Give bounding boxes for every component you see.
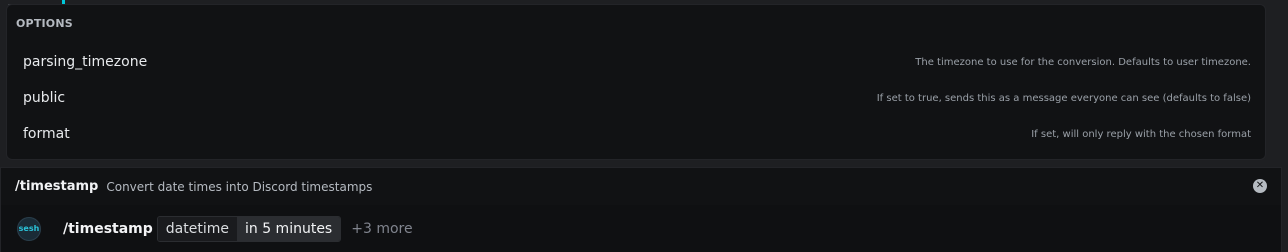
option-name: public — [23, 90, 66, 106]
param-value[interactable]: in 5 minutes — [236, 216, 341, 241]
options-panel: OPTIONS parsing_timezone The timezone to… — [6, 4, 1266, 160]
param-key: datetime — [157, 216, 237, 241]
bot-avatar: sesh — [17, 216, 41, 241]
option-name: parsing_timezone — [23, 54, 148, 70]
option-parsing-timezone[interactable]: parsing_timezone The timezone to use for… — [15, 46, 1259, 78]
command-description: Convert date times into Discord timestam… — [106, 179, 373, 194]
option-format[interactable]: format If set, will only reply with the … — [15, 118, 1259, 150]
option-description: If set, will only reply with the chosen … — [1031, 128, 1251, 140]
option-description: If set to true, sends this as a message … — [876, 92, 1251, 104]
command-name: /timestamp — [15, 179, 99, 194]
option-name: format — [23, 126, 70, 142]
option-public[interactable]: public If set to true, sends this as a m… — [15, 82, 1259, 114]
param-datetime-pill[interactable]: datetime in 5 minutes — [156, 215, 342, 242]
input-command: /timestamp — [63, 220, 153, 237]
command-header: /timestamp Convert date times into Disco… — [0, 167, 1282, 205]
close-icon[interactable]: ✕ — [1253, 179, 1267, 193]
options-header: OPTIONS — [16, 17, 73, 30]
option-description: The timezone to use for the conversion. … — [915, 56, 1251, 68]
command-input-bar[interactable]: sesh /timestamp datetime in 5 minutes +3… — [0, 205, 1282, 252]
more-options-count[interactable]: +3 more — [351, 221, 412, 237]
